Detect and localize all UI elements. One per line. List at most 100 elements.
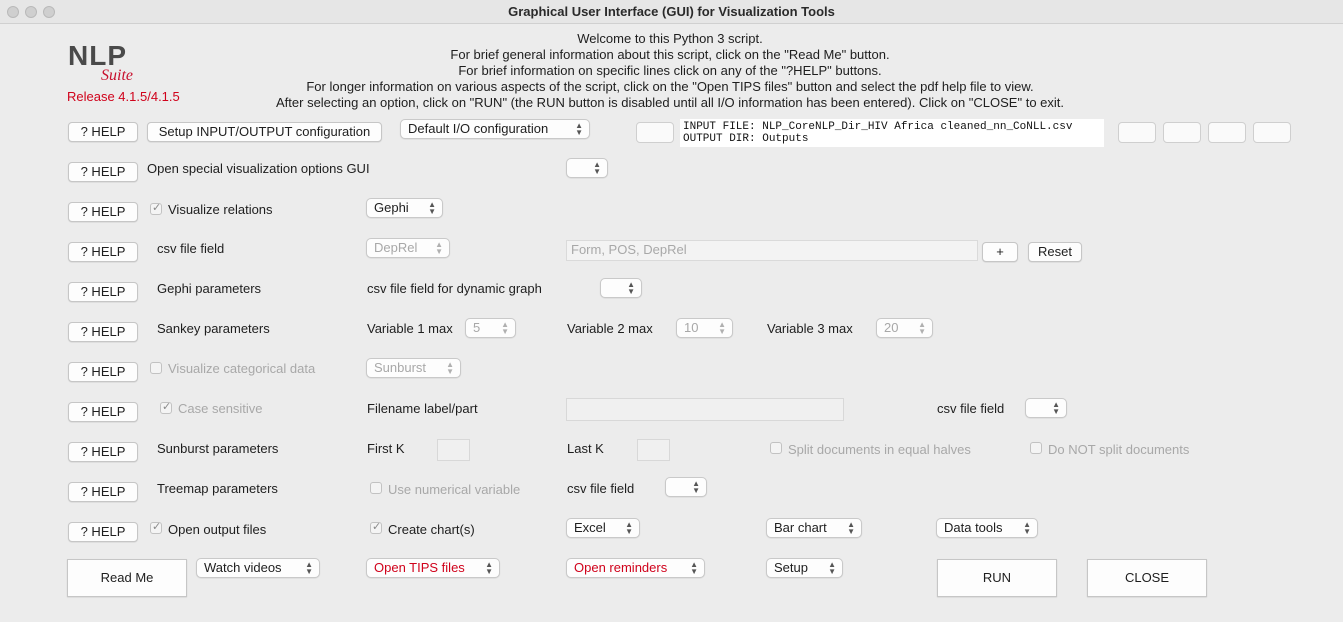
filename-part-entry[interactable] xyxy=(566,398,844,421)
open-output-label: Open output files xyxy=(168,522,267,537)
chart-package-value: Excel xyxy=(574,520,606,535)
variable1-select[interactable]: 5 ▲ ▼ xyxy=(465,318,516,338)
categorical-type-select[interactable]: Sunburst ▲ ▼ xyxy=(366,358,461,378)
output-dir-label: OUTPUT DIR: Outputs xyxy=(683,133,809,145)
chevron-updown-icon: ▲ ▼ xyxy=(575,121,583,137)
welcome-text: Welcome to this Python 3 script. For bri… xyxy=(240,31,1100,111)
first-k-entry[interactable] xyxy=(437,439,470,461)
read-me-button[interactable]: Read Me xyxy=(67,559,187,597)
special-gui-select[interactable]: ▲ ▼ xyxy=(566,158,608,178)
chevron-updown-icon: ▲ ▼ xyxy=(718,320,726,336)
watch-videos-select[interactable]: Watch videos ▲ ▼ xyxy=(196,558,320,578)
chevron-updown-icon: ▲ ▼ xyxy=(1023,520,1031,536)
treemap-params-label: Treemap parameters xyxy=(157,481,278,496)
help-button-case[interactable]: ? HELP xyxy=(68,402,138,422)
case-sensitive-checkbox[interactable] xyxy=(160,400,172,414)
visualize-relations-label: Visualize relations xyxy=(168,202,273,217)
open-output-button[interactable] xyxy=(1163,122,1201,143)
help-button-treemap[interactable]: ? HELP xyxy=(68,482,138,502)
variable3-label: Variable 3 max xyxy=(767,321,853,336)
help-button-special[interactable]: ? HELP xyxy=(68,162,138,182)
filename-label: Filename label/part xyxy=(367,401,478,416)
chevron-updown-icon: ▲ ▼ xyxy=(485,560,493,576)
categorical-checkbox[interactable] xyxy=(150,362,162,374)
help-button-categorical[interactable]: ? HELP xyxy=(68,362,138,382)
help-button-output[interactable]: ? HELP xyxy=(68,522,138,542)
open-output-checkbox[interactable] xyxy=(150,520,162,534)
chevron-updown-icon: ▲ ▼ xyxy=(593,160,601,176)
sunburst-params-label: Sunburst parameters xyxy=(157,441,279,456)
numerical-variable-label: Use numerical variable xyxy=(388,482,521,497)
help-button-relations[interactable]: ? HELP xyxy=(68,202,138,222)
numerical-variable-checkbox[interactable] xyxy=(370,482,382,494)
csv-field-select-2[interactable]: ▲ ▼ xyxy=(1025,398,1067,418)
chart-type-select[interactable]: Bar chart ▲ ▼ xyxy=(766,518,862,538)
chart-type-value: Bar chart xyxy=(774,520,827,535)
welcome-line: For brief information on specific lines … xyxy=(458,63,882,78)
add-field-button[interactable]: + xyxy=(982,242,1018,262)
io-blank-button[interactable] xyxy=(636,122,674,143)
run-button[interactable]: RUN xyxy=(937,559,1057,597)
first-k-label: First K xyxy=(367,441,405,456)
variable1-label: Variable 1 max xyxy=(367,321,453,336)
last-k-entry[interactable] xyxy=(637,439,670,461)
tips-files-select[interactable]: Open TIPS files ▲ ▼ xyxy=(366,558,500,578)
gephi-params-label: Gephi parameters xyxy=(157,281,262,296)
watch-videos-value: Watch videos xyxy=(204,560,282,575)
reminders-select[interactable]: Open reminders ▲ ▼ xyxy=(566,558,705,578)
help-button-sunburst[interactable]: ? HELP xyxy=(68,442,138,462)
chevron-updown-icon: ▲ ▼ xyxy=(305,560,313,576)
treemap-csv-select[interactable]: ▲ ▼ xyxy=(665,477,707,497)
help-button-csv-field[interactable]: ? HELP xyxy=(68,242,138,262)
create-charts-checkbox[interactable] xyxy=(370,520,382,534)
last-k-label: Last K xyxy=(567,441,604,456)
io-config-select[interactable]: Default I/O configuration ▲ ▼ xyxy=(400,119,590,139)
no-split-label: Do NOT split documents xyxy=(1048,442,1190,457)
split-halves-label: Split documents in equal halves xyxy=(788,442,971,457)
help-button-sankey[interactable]: ? HELP xyxy=(68,322,138,342)
dynamic-graph-label: csv file field for dynamic graph xyxy=(367,281,542,296)
variable2-select[interactable]: 10 ▲ ▼ xyxy=(676,318,733,338)
input-file-label: INPUT FILE: NLP_CoreNLP_Dir_HIV Africa c… xyxy=(683,121,1073,133)
chart-package-select[interactable]: Excel ▲ ▼ xyxy=(566,518,640,538)
chevron-updown-icon: ▲ ▼ xyxy=(435,240,443,256)
treemap-csv-label: csv file field xyxy=(567,481,635,496)
io-config-value: Default I/O configuration xyxy=(408,121,549,136)
variable3-select[interactable]: 20 ▲ ▼ xyxy=(876,318,933,338)
setup-io-button[interactable]: Setup INPUT/OUTPUT configuration xyxy=(147,122,382,142)
dynamic-graph-select[interactable]: ▲ ▼ xyxy=(600,278,642,298)
split-halves-checkbox[interactable] xyxy=(770,442,782,454)
help-button-io[interactable]: ? HELP xyxy=(68,122,138,142)
no-split-checkbox[interactable] xyxy=(1030,442,1042,454)
welcome-line: Welcome to this Python 3 script. xyxy=(577,31,763,46)
csv-field-value: DepRel xyxy=(374,240,418,255)
help-button-gephi[interactable]: ? HELP xyxy=(68,282,138,302)
chevron-updown-icon: ▲ ▼ xyxy=(625,520,633,536)
close-button[interactable]: CLOSE xyxy=(1087,559,1207,597)
open-extra-button[interactable] xyxy=(1253,122,1291,143)
variable1-value: 5 xyxy=(473,320,481,335)
reset-button[interactable]: Reset xyxy=(1028,242,1082,262)
setup-select[interactable]: Setup ▲ ▼ xyxy=(766,558,843,578)
csv-fields-entry[interactable]: Form, POS, DepRel xyxy=(566,240,978,261)
reminders-value: Open reminders xyxy=(574,560,668,575)
open-input-button[interactable] xyxy=(1118,122,1156,143)
visualize-relations-checkbox[interactable] xyxy=(150,201,162,215)
open-config-button[interactable] xyxy=(1208,122,1246,143)
chevron-updown-icon: ▲ ▼ xyxy=(627,280,635,296)
logo-suite: Suite xyxy=(101,67,133,84)
chevron-updown-icon: ▲ ▼ xyxy=(501,320,509,336)
io-info-box: INPUT FILE: NLP_CoreNLP_Dir_HIV Africa c… xyxy=(680,119,1104,147)
data-tools-select[interactable]: Data tools ▲ ▼ xyxy=(936,518,1038,538)
variable3-value: 20 xyxy=(884,320,899,335)
csv-field-label: csv file field xyxy=(157,241,225,256)
csv-field-select[interactable]: DepRel ▲ ▼ xyxy=(366,238,450,258)
variable2-label: Variable 2 max xyxy=(567,321,653,336)
chevron-updown-icon: ▲ ▼ xyxy=(847,520,855,536)
data-tools-value: Data tools xyxy=(944,520,1003,535)
chevron-updown-icon: ▲ ▼ xyxy=(446,360,454,376)
create-charts-label: Create chart(s) xyxy=(388,522,475,537)
release-label: Release 4.1.5/4.1.5 xyxy=(67,89,180,104)
case-sensitive-label: Case sensitive xyxy=(178,401,263,416)
relations-tool-select[interactable]: Gephi ▲ ▼ xyxy=(366,198,443,218)
